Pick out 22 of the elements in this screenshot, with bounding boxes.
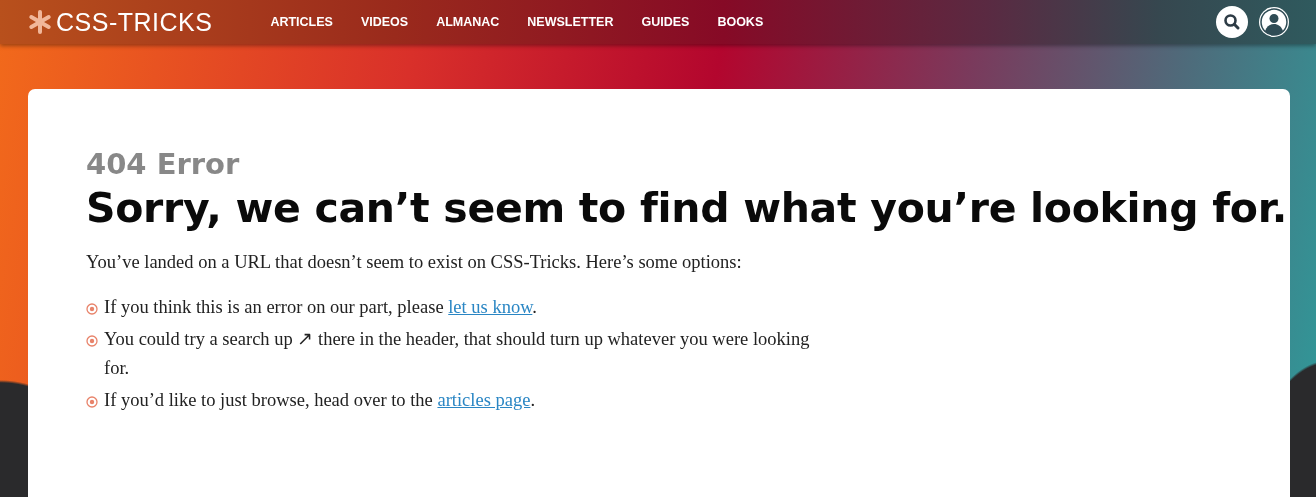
option-text: You could try a search up ↗ there in the header, that should turn up whatever you were looking for. bbox=[104, 328, 811, 380]
option-text: If you think this is an error on our part, please let us know. bbox=[104, 296, 537, 319]
nav-link[interactable]: BOOKS bbox=[717, 15, 764, 29]
page-heading: Sorry, we can’t seem to find what you’re looking for. bbox=[86, 183, 1288, 234]
site-logo[interactable]: CSS-TRICKS bbox=[28, 7, 213, 37]
bullet-icon bbox=[86, 303, 98, 315]
nav-link[interactable]: GUIDES bbox=[641, 15, 690, 29]
text-link[interactable]: articles page bbox=[437, 390, 531, 410]
nav-link[interactable]: ALMANAC bbox=[436, 15, 500, 29]
nav-link[interactable]: NEWSLETTER bbox=[527, 15, 614, 29]
account-icon[interactable] bbox=[1258, 6, 1290, 38]
text-link[interactable]: let us know bbox=[448, 297, 533, 317]
asterisk-icon bbox=[28, 10, 52, 34]
search-icon[interactable] bbox=[1216, 6, 1248, 38]
error-code: 404 Error bbox=[86, 147, 241, 181]
logo-text: CSS-TRICKS bbox=[56, 7, 213, 37]
bullet-icon bbox=[86, 335, 98, 347]
nav-link[interactable]: ARTICLES bbox=[270, 15, 333, 29]
bullet-icon bbox=[86, 396, 98, 408]
option-text: If you’d like to just browse, head over to the articles page. bbox=[104, 389, 536, 412]
nav-link[interactable]: VIDEOS bbox=[360, 15, 409, 29]
intro-paragraph: You’ve landed on a URL that doesn’t seem to exist on CSS-Tricks. Here’s some options: bbox=[86, 251, 743, 274]
